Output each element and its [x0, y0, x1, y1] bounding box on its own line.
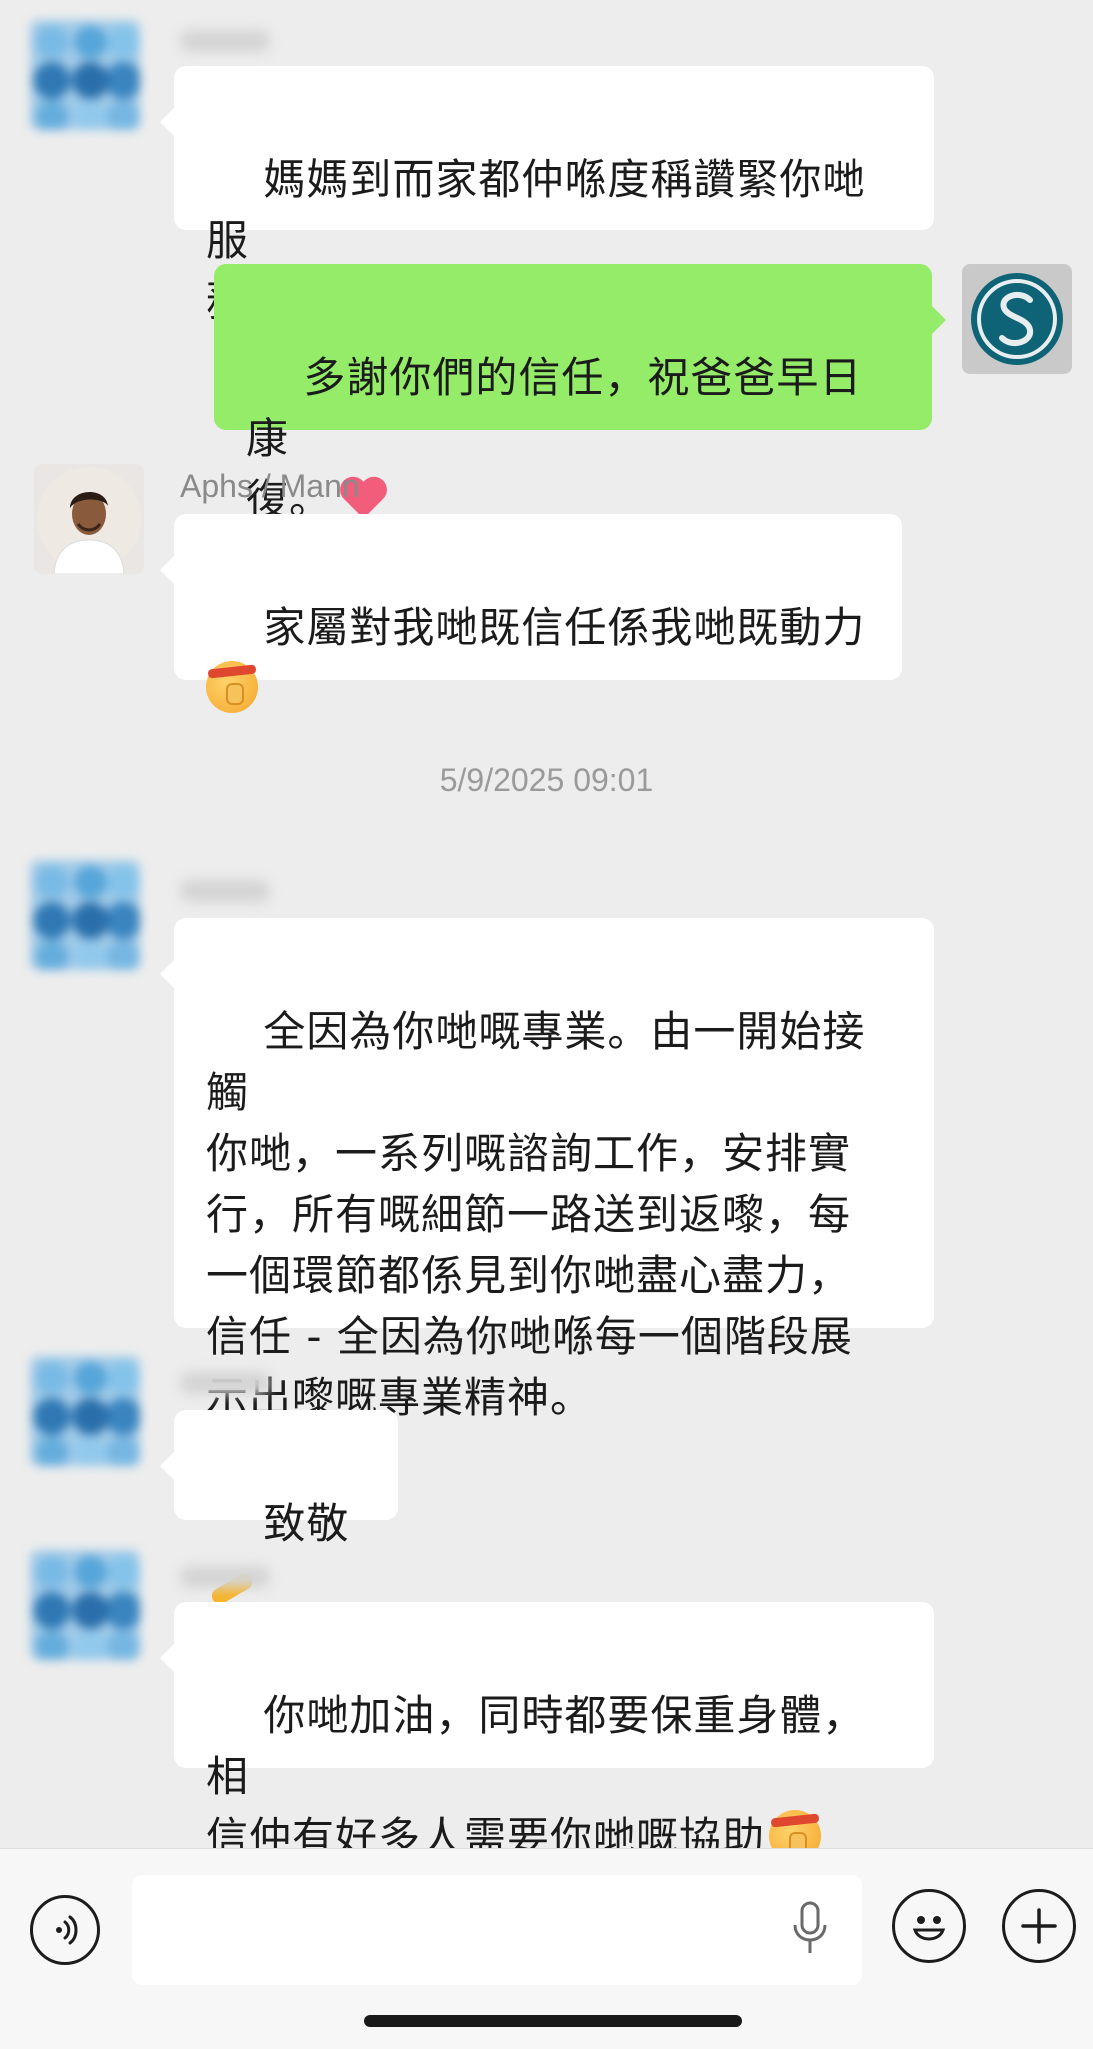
- message-text: 家屬對我哋既信任係我哋既動力: [263, 603, 866, 652]
- message-bubble[interactable]: 媽媽到而家都仲喺度稱讚緊你哋服 務專業: [160, 66, 934, 326]
- sender-name: Aphs / Mann: [180, 468, 360, 504]
- s-logo-icon: [971, 273, 1063, 365]
- message-bubble[interactable]: 家屬對我哋既信任係我哋既動力: [160, 514, 902, 713]
- shushing-face-emoji-icon: [769, 1810, 822, 1848]
- sender-name-blurred: [180, 1372, 270, 1394]
- contact-avatar[interactable]: [30, 860, 140, 970]
- mic-icon[interactable]: [790, 1901, 830, 1957]
- sender-name-blurred: [180, 30, 270, 52]
- contact-avatar[interactable]: [30, 1356, 140, 1466]
- timestamp: 5/9/2025 09:01: [439, 762, 654, 798]
- person-avatar-icon: [37, 467, 141, 574]
- shushing-face-emoji-icon: [206, 661, 258, 713]
- chat-area[interactable]: 媽媽到而家都仲喺度稱讚緊你哋服 務專業 多謝你們的信任，祝爸爸早日康 復。 Ap…: [0, 0, 1093, 1848]
- message-bubble[interactable]: 全因為你哋嘅專業。由一開始接觸 你哋，一系列嘅諮詢工作，安排實 行，所有嘅細節一…: [160, 918, 934, 1422]
- contact-avatar-aphs-mann[interactable]: [34, 464, 144, 574]
- message-text: 致敬: [263, 1499, 364, 1548]
- message-input[interactable]: [132, 1875, 862, 1985]
- sender-name-blurred: [180, 880, 270, 902]
- my-avatar[interactable]: [962, 264, 1072, 374]
- add-button[interactable]: [1002, 1889, 1076, 1963]
- plus-icon: [1021, 1908, 1057, 1944]
- message-bubble[interactable]: 致敬: [160, 1410, 398, 1548]
- home-indicator[interactable]: [364, 2015, 742, 2027]
- sender-name-blurred: [180, 1566, 270, 1588]
- voice-icon: [56, 1915, 78, 1945]
- contact-avatar[interactable]: [30, 20, 140, 130]
- message-text: 你哋加油，同時都要保重身體，相 信仲有好多人需要你哋嘅協助: [206, 1691, 866, 1848]
- message-text: 全因為你哋嘅專業。由一開始接觸 你哋，一系列嘅諮詢工作，安排實 行，所有嘅細節一…: [206, 1007, 866, 1422]
- contact-avatar[interactable]: [30, 1550, 140, 1660]
- emoji-icon: [912, 1916, 946, 1941]
- emoji-button[interactable]: [892, 1889, 966, 1963]
- voice-button[interactable]: [30, 1895, 100, 1965]
- input-bar: [0, 1848, 1093, 2049]
- message-bubble[interactable]: 你哋加油，同時都要保重身體，相 信仲有好多人需要你哋嘅協助: [160, 1602, 934, 1848]
- my-message-bubble[interactable]: 多謝你們的信任，祝爸爸早日康 復。: [214, 264, 946, 524]
